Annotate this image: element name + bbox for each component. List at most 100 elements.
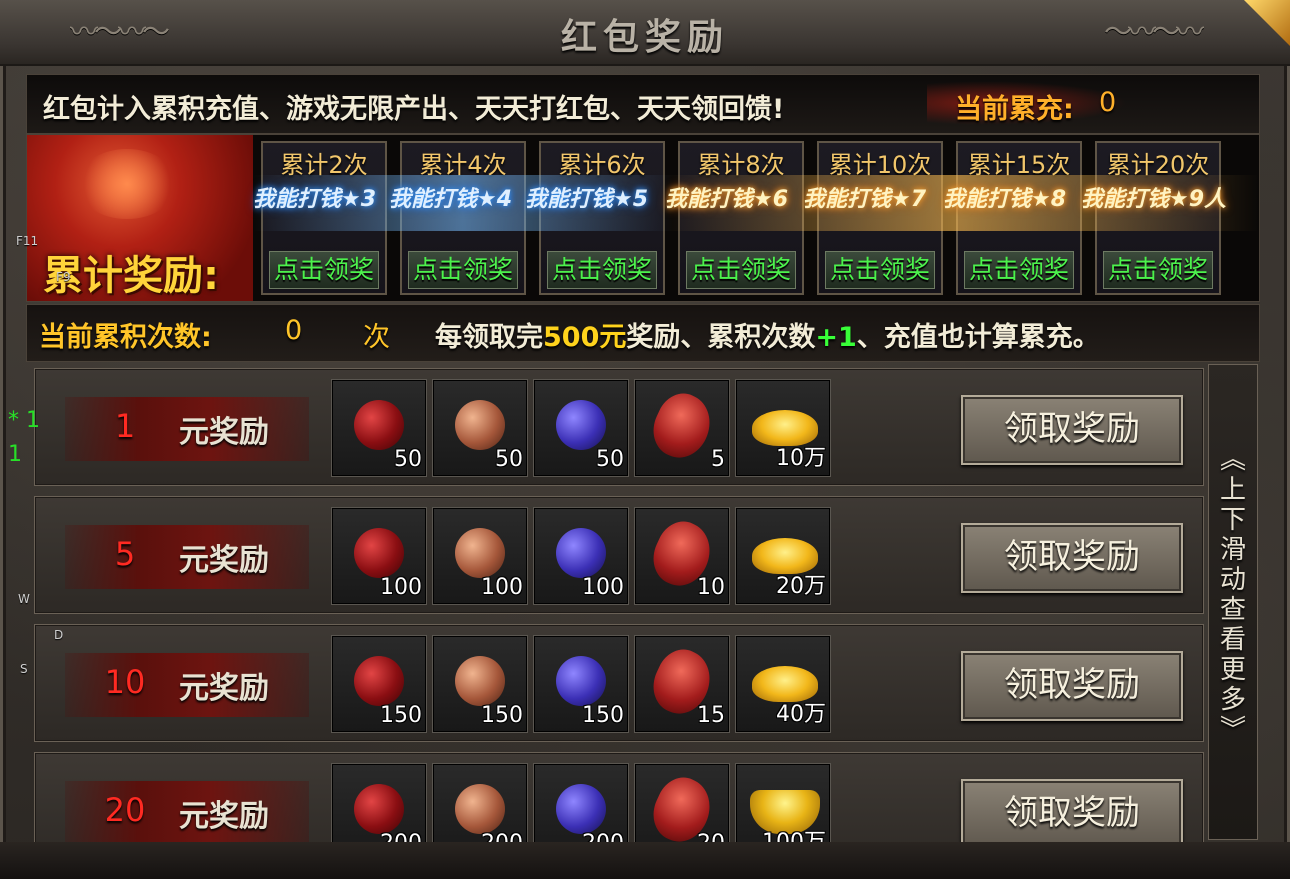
- tier-title: 累计10次: [828, 151, 932, 179]
- item-quantity: 150: [582, 703, 624, 728]
- item-slot[interactable]: 150: [432, 635, 528, 733]
- blue-orb-icon: [556, 656, 606, 706]
- red-orb-icon: [354, 784, 404, 834]
- tier-claim-button[interactable]: 点击领奖: [408, 251, 518, 289]
- current-recharge-label: 当前累充:: [955, 94, 1074, 125]
- item-quantity: 50: [596, 447, 624, 472]
- count-info-prefix: 每领取完: [435, 322, 543, 353]
- item-slot[interactable]: 200: [432, 763, 528, 842]
- blue-orb-icon: [556, 784, 606, 834]
- item-quantity: 200: [481, 831, 523, 842]
- claim-reward-button[interactable]: 领取奖励: [961, 779, 1183, 842]
- item-quantity: 20万: [776, 574, 826, 599]
- brown-orb-icon: [455, 400, 505, 450]
- tier-claim-button[interactable]: 点击领奖: [964, 251, 1074, 289]
- claim-reward-button[interactable]: 领取奖励: [961, 395, 1183, 465]
- scroll-hint-text: ︽ 上 下 滑 动 查 看 更 多 ︾: [1219, 445, 1246, 745]
- count-info-suffix: 、充值也计算累充。: [856, 322, 1100, 353]
- reward-amount: 10: [104, 663, 146, 701]
- reward-suffix: 元奖励: [179, 799, 269, 834]
- item-quantity: 100万: [762, 824, 826, 842]
- item-quantity: 40万: [776, 702, 826, 727]
- overlay-counter: * 1: [8, 408, 40, 433]
- title-bar: 〰〜〰〜 红包奖励 〜〰〜〰: [0, 0, 1290, 66]
- red-orb-icon: [354, 400, 404, 450]
- notice-text: 红包计入累积充值、游戏无限产出、天天打红包、天天领回馈!: [43, 94, 785, 125]
- count-info: 每领取完500元奖励、累积次数+1、充值也计算累充。: [435, 315, 1100, 354]
- tier-claim-button[interactable]: 点击领奖: [1103, 251, 1213, 289]
- item-quantity: 10: [697, 575, 725, 600]
- reward-list[interactable]: 1 元奖励 50 50 50 5 10万 领取奖励 5 元奖励 100 100 …: [26, 364, 1204, 842]
- tier-title: 累计6次: [558, 151, 646, 179]
- tier-card: 累计10次 点击领奖: [817, 141, 943, 295]
- item-quantity: 200: [380, 831, 422, 842]
- item-slot[interactable]: 10: [634, 507, 730, 605]
- reward-suffix: 元奖励: [179, 671, 269, 706]
- item-slot[interactable]: 100万: [735, 763, 831, 842]
- count-unit: 次: [363, 322, 390, 353]
- wings-icon: [402, 183, 524, 235]
- wings-icon: [1097, 183, 1219, 235]
- item-slot[interactable]: 100: [331, 507, 427, 605]
- item-quantity: 50: [495, 447, 523, 472]
- count-info-amount: 500元: [543, 322, 627, 353]
- blue-orb-icon: [556, 528, 606, 578]
- item-slot[interactable]: 20: [634, 763, 730, 842]
- hotkey-w: W: [18, 592, 30, 606]
- notice-bar: 红包计入累积充值、游戏无限产出、天天打红包、天天领回馈! 当前累充: 0: [26, 74, 1260, 134]
- item-slot[interactable]: 15: [634, 635, 730, 733]
- item-quantity: 150: [380, 703, 422, 728]
- count-info-plus: +1: [815, 322, 857, 353]
- item-slot[interactable]: 5: [634, 379, 730, 477]
- item-quantity: 50: [394, 447, 422, 472]
- overlay-counter: 1: [8, 442, 22, 467]
- tier-title: 累计4次: [419, 151, 507, 179]
- tier-claim-button[interactable]: 点击领奖: [825, 251, 935, 289]
- tier-claim-button[interactable]: 点击领奖: [547, 251, 657, 289]
- item-slot[interactable]: 50: [533, 379, 629, 477]
- item-slot[interactable]: 10万: [735, 379, 831, 477]
- item-slot[interactable]: 100: [432, 507, 528, 605]
- item-slot[interactable]: 20万: [735, 507, 831, 605]
- item-slot[interactable]: 200: [533, 763, 629, 842]
- reward-row: 1 元奖励 50 50 50 5 10万 领取奖励: [34, 368, 1204, 486]
- dragon-ornament-right-icon: 〜〰〜〰: [1103, 15, 1204, 48]
- item-slot[interactable]: 50: [331, 379, 427, 477]
- tier-card: 累计8次 点击领奖: [678, 141, 804, 295]
- tier-claim-button[interactable]: 点击领奖: [269, 251, 379, 289]
- claim-reward-button[interactable]: 领取奖励: [961, 523, 1183, 593]
- item-slot[interactable]: 150: [331, 635, 427, 733]
- red-stone-icon: [644, 385, 720, 467]
- reward-suffix: 元奖励: [179, 415, 269, 450]
- cumulative-rewards-panel: 累计奖励: 累计2次 点击领奖 累计4次 点击领奖 累计6次 点击领奖 累计8次…: [26, 134, 1260, 302]
- count-info-mid: 奖励、累积次数: [626, 322, 816, 353]
- tier-title: 累计2次: [280, 151, 368, 179]
- item-quantity: 15: [697, 703, 725, 728]
- tier-title: 累计8次: [697, 151, 785, 179]
- current-recharge-value: 0: [1099, 87, 1117, 118]
- item-slot[interactable]: 50: [432, 379, 528, 477]
- wings-icon: [263, 183, 385, 235]
- item-quantity: 20: [697, 831, 725, 842]
- item-slot[interactable]: 100: [533, 507, 629, 605]
- tier-title: 累计15次: [967, 151, 1071, 179]
- claim-reward-button[interactable]: 领取奖励: [961, 651, 1183, 721]
- item-slot[interactable]: 150: [533, 635, 629, 733]
- red-envelope-coins-icon: [77, 149, 177, 219]
- hotkey-s: S: [20, 662, 28, 676]
- bottom-strip: [0, 842, 1290, 879]
- item-slot[interactable]: 200: [331, 763, 427, 842]
- item-slot[interactable]: 40万: [735, 635, 831, 733]
- tier-claim-button[interactable]: 点击领奖: [686, 251, 796, 289]
- scroll-hint-panel[interactable]: ︽ 上 下 滑 动 查 看 更 多 ︾: [1208, 364, 1258, 840]
- wings-icon: [541, 183, 663, 235]
- tier-card: 累计15次 点击领奖: [956, 141, 1082, 295]
- blue-orb-icon: [556, 400, 606, 450]
- brown-orb-icon: [455, 784, 505, 834]
- item-quantity: 100: [380, 575, 422, 600]
- wings-icon: [958, 183, 1080, 235]
- tier-card: 累计2次 点击领奖: [261, 141, 387, 295]
- tier-card: 累计4次 点击领奖: [400, 141, 526, 295]
- item-quantity: 200: [582, 831, 624, 842]
- hotkey-d: D: [54, 628, 64, 642]
